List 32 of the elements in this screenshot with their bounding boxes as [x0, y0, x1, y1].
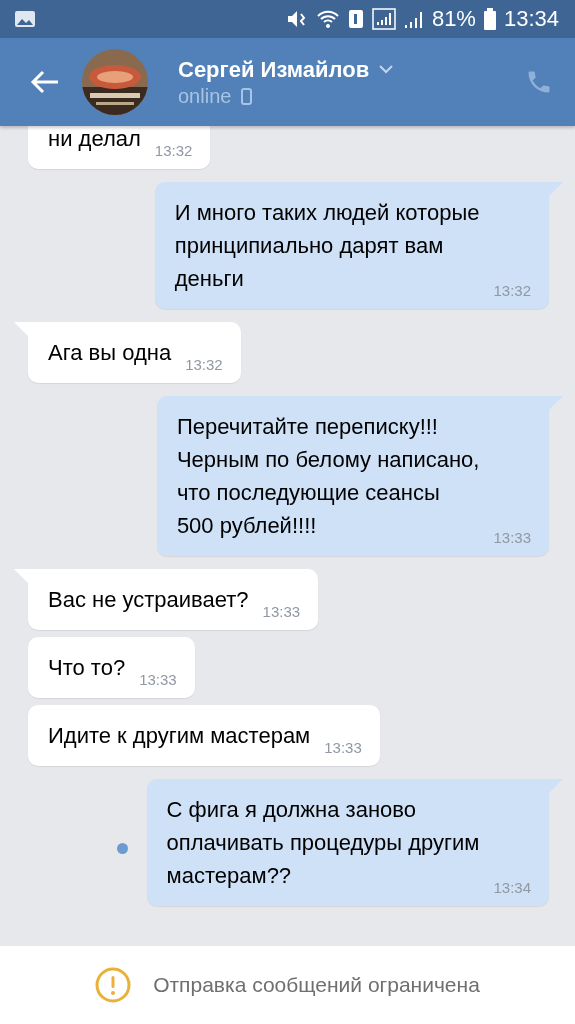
message-text: Вас не устраивает?	[48, 586, 249, 614]
sim-icon	[347, 9, 364, 29]
message-time: 13:33	[493, 529, 531, 546]
wifi-icon	[315, 9, 340, 29]
message-text: Перечитайте переписку!!! Черным по белому написано, что последующие сеансы 500 рублей!!!!	[176, 413, 480, 540]
signal-icon	[403, 9, 424, 29]
battery-percent: 81%	[431, 6, 476, 32]
message-text: С фига я должна заново оплачивать процедуры другим мастерам??	[166, 796, 480, 890]
chevron-down-icon[interactable]	[379, 65, 394, 74]
message-time: 13:33	[324, 739, 362, 756]
warning-icon	[95, 967, 132, 1003]
message-text: Ага вы одна	[48, 339, 172, 367]
message-time: 13:33	[262, 603, 301, 620]
mute-icon	[285, 9, 308, 29]
back-icon[interactable]	[30, 70, 60, 94]
message-text: Что то?	[48, 654, 126, 682]
message-time: 13:33	[139, 671, 177, 688]
message-text: Идите к другим мастерам	[48, 722, 311, 750]
online-status: online	[178, 84, 232, 108]
signal-icon	[371, 8, 396, 30]
message-text: И много таких людей которые принципиально дарят вам деньги	[174, 199, 480, 293]
restriction-notice: Отправка сообщений ограничена	[153, 973, 480, 997]
message-time: 13:32	[493, 282, 531, 299]
battery-icon	[483, 8, 496, 30]
message-time: 13:32	[154, 142, 193, 159]
message-time: 13:32	[185, 356, 223, 373]
phone-device-icon	[241, 87, 253, 105]
message-text: ни делал	[48, 126, 141, 153]
gallery-icon	[14, 10, 36, 28]
contact-name: Сергей Измайлов	[178, 56, 370, 83]
message-time: 13:34	[493, 879, 531, 896]
clock: 13:34	[503, 6, 559, 32]
